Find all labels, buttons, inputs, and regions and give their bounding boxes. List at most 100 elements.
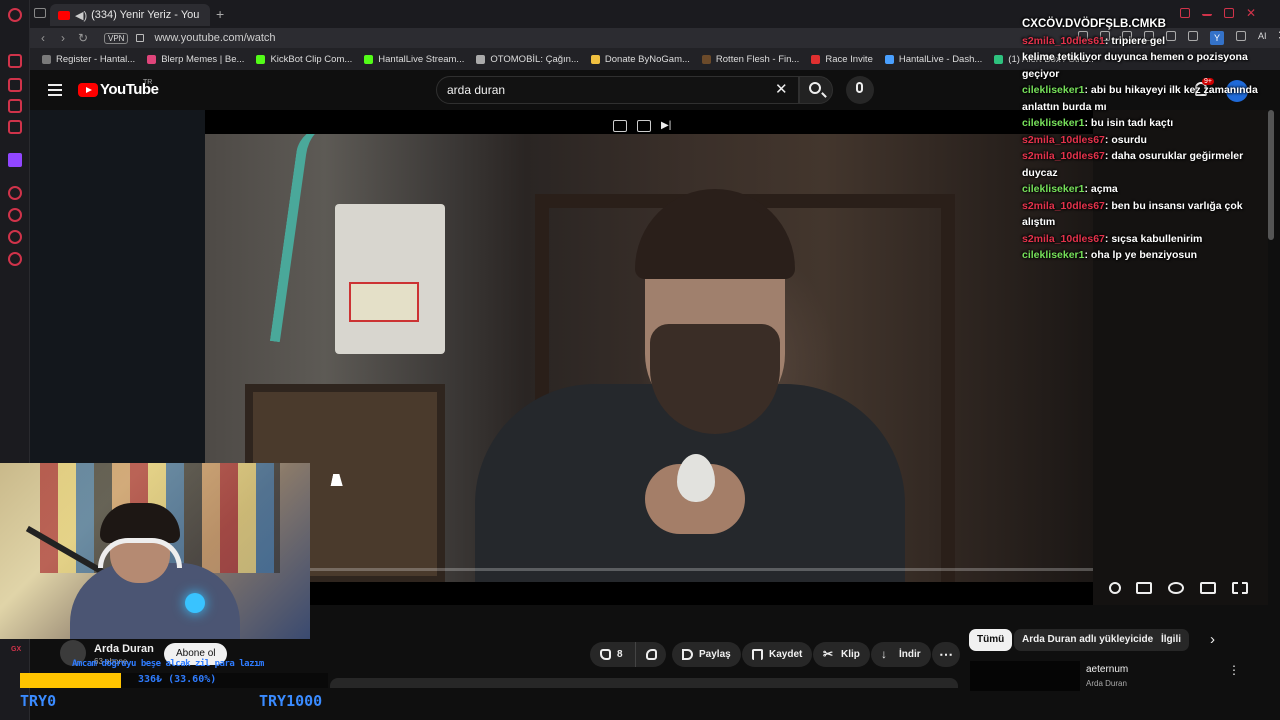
clear-search-icon[interactable]: ✕ (775, 80, 788, 98)
country-code: TR (143, 79, 153, 86)
channel-name[interactable]: Arda Duran (94, 643, 154, 655)
video-progress-bar[interactable] (205, 568, 1093, 571)
chat-username: s2mila_10dles67 (1022, 232, 1105, 245)
vpn-badge[interactable]: VPN (104, 32, 129, 44)
bookmark-item[interactable]: HantalLive Stream... (364, 54, 464, 65)
chat-username: s2mila_10dles67 (1022, 150, 1105, 162)
webcam-blue-light (185, 593, 205, 613)
bookmark-label: KickBot Clip Com... (270, 53, 353, 65)
description-box[interactable] (330, 678, 958, 688)
bookmark-item[interactable]: Blerp Memes | Be... (147, 54, 244, 65)
tab-menu-icon[interactable] (34, 8, 46, 18)
chat-message: s2mila_10dles67: ben bu insansı varlığa … (1022, 198, 1272, 231)
chat-message: s2mila_10dles67: daha osuruklar geğirmel… (1022, 148, 1272, 181)
chat-text: sıçsa kabullenirim (1111, 232, 1203, 245)
bookmark-favicon-icon (476, 54, 486, 64)
thumbs-up-icon (600, 649, 611, 660)
back-icon[interactable]: ‹ (36, 31, 50, 45)
player-icon[interactable] (8, 186, 22, 200)
instagram-icon[interactable] (8, 78, 22, 92)
bookmark-favicon-icon (884, 54, 894, 64)
related-video-menu-icon[interactable]: ⋮ (1228, 663, 1240, 677)
minimize-icon[interactable] (1202, 8, 1212, 16)
voice-search-button[interactable] (846, 76, 874, 104)
download-arrow-icon: ↓ (881, 647, 887, 661)
miniplayer-icon[interactable] (613, 120, 627, 132)
settings-gear-icon[interactable] (1168, 582, 1184, 594)
theater-mode-icon[interactable] (1200, 582, 1216, 594)
lock-icon[interactable] (136, 34, 145, 42)
messenger-icon[interactable] (8, 54, 22, 68)
save-button[interactable]: Kaydet (742, 642, 813, 667)
page-scrollbar[interactable] (1268, 110, 1274, 240)
chip-related[interactable]: İlgili (1153, 629, 1189, 651)
clip-label: Klip (841, 649, 860, 660)
search-button[interactable] (799, 76, 833, 104)
bookmark-label: Donate ByNoGam... (604, 53, 690, 65)
chat-message: cilekliseker1: oha lp ye benziyosun (1022, 247, 1272, 264)
bookmark-item[interactable]: Register - Hantal... (42, 54, 135, 65)
bookmark-item[interactable]: OTOMOBİL: Çağın... (476, 54, 579, 65)
reload-icon[interactable]: ↻ (76, 31, 90, 45)
chat-text: açma (1090, 183, 1118, 195)
autoplay-toggle[interactable] (1109, 582, 1121, 594)
subtitles-icon[interactable] (1136, 582, 1152, 594)
tab-youtube[interactable]: ◀) (334) Yenir Yeriz - You (50, 4, 210, 26)
search-input[interactable]: arda duran ✕ (436, 76, 799, 104)
share-button[interactable]: Paylaş (672, 642, 741, 667)
clip-button[interactable]: ✂ Klip (813, 642, 870, 667)
chip-all[interactable]: Tümü (969, 629, 1013, 651)
next-icon[interactable]: ▶| (661, 120, 675, 132)
chat-message: cilekliseker1: açma (1022, 181, 1272, 198)
more-actions-button[interactable]: ⋯ (932, 642, 960, 667)
dislike-button[interactable] (636, 642, 666, 667)
chat-message: s2mila_10dles67: osurdu (1022, 132, 1272, 149)
bookmark-item[interactable]: HantalLive - Dash... (884, 53, 983, 65)
tab-title: (334) Yenir Yeriz - You (91, 9, 200, 21)
url-field[interactable]: www.youtube.com/watch (154, 32, 275, 44)
menu-icon[interactable] (48, 84, 62, 96)
related-video-thumbnail[interactable] (970, 661, 1080, 691)
bookmark-item[interactable]: Race Invite (811, 54, 873, 65)
scissors-icon: ✂ (823, 647, 834, 661)
bookmark-item[interactable]: KickBot Clip Com... (256, 54, 352, 65)
chat-username: cilekliseker1 (1022, 117, 1085, 129)
chips-next-icon[interactable]: › (1210, 631, 1215, 648)
bookmark-favicon-icon (811, 54, 821, 64)
chat-username: cilekliseker1 (1022, 249, 1085, 261)
chat-text: tripiere gel (1111, 34, 1166, 47)
twitch-icon[interactable] (8, 153, 22, 167)
settings-icon[interactable] (8, 252, 22, 266)
bookmark-item[interactable]: Rotten Flesh - Fin... (701, 54, 799, 65)
related-video-channel[interactable]: Arda Duran (1086, 679, 1127, 688)
forward-icon[interactable]: › (56, 31, 70, 45)
related-video-title[interactable]: aeternum (1086, 664, 1128, 675)
bookmark-favicon-icon (147, 54, 157, 64)
bookmark-favicon-icon (994, 54, 1004, 64)
chip-from-uploader[interactable]: Arda Duran adlı yükleyiciden (1014, 629, 1168, 651)
fullscreen-icon[interactable] (1232, 582, 1248, 594)
video-player[interactable]: ▶| (205, 110, 1248, 605)
like-button[interactable]: 8 (590, 642, 636, 667)
share-label: Paylaş (699, 649, 731, 660)
history-icon[interactable] (8, 208, 22, 222)
bookmark-favicon-icon (701, 54, 711, 64)
stream-chat-overlay: CXCÖV.DVÖDFŞLB.CMKB s2mila_10dles61: tri… (1022, 16, 1272, 264)
download-button[interactable]: ↓ İndir (871, 642, 931, 667)
chat-title: CXCÖV.DVÖDFŞLB.CMKB (1022, 18, 1166, 30)
share-icon (682, 649, 693, 660)
youtube-sidebar-icon[interactable] (8, 120, 22, 134)
speaker-icon[interactable]: ◀) (75, 9, 87, 22)
bookmark-item[interactable]: Donate ByNoGam... (590, 53, 690, 65)
microphone-icon (856, 82, 863, 93)
search-value[interactable]: arda duran (447, 83, 505, 97)
video-frame[interactable] (205, 134, 1093, 582)
popout-icon[interactable] (637, 120, 651, 132)
bookmark-label: HantalLive - Dash... (898, 53, 983, 65)
extensions-icon[interactable] (8, 230, 22, 244)
new-tab-icon[interactable]: + (216, 6, 224, 22)
youtube-logo-icon[interactable] (78, 83, 98, 97)
chat-icon[interactable] (8, 99, 22, 113)
opera-logo-icon[interactable] (8, 8, 22, 22)
donation-goal-min: TRY0 (20, 692, 57, 710)
